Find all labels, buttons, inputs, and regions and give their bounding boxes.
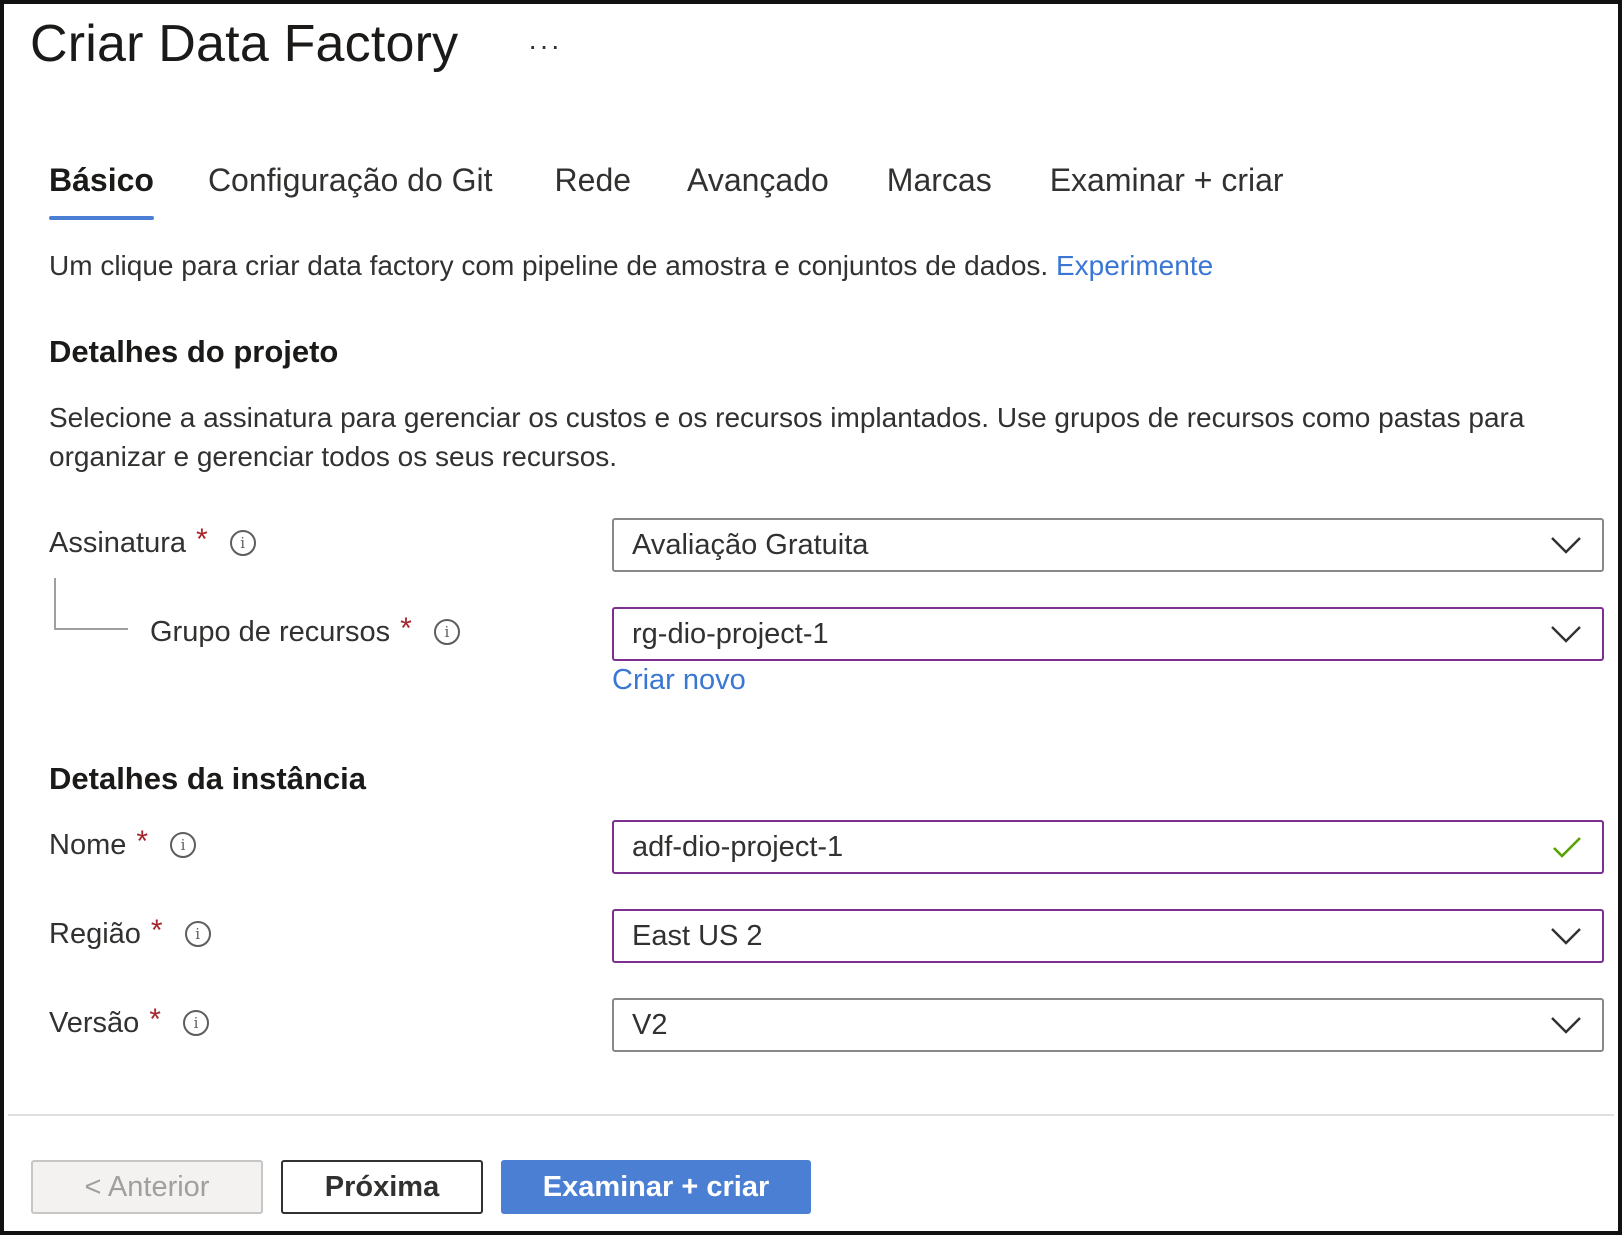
- previous-button[interactable]: < Anterior: [31, 1160, 263, 1214]
- required-asterisk: *: [150, 914, 163, 947]
- create-new-resource-group-link[interactable]: Criar novo: [612, 664, 746, 697]
- name-input[interactable]: adf-dio-project-1: [612, 820, 1604, 874]
- version-label: Versão * i: [49, 1003, 209, 1040]
- chevron-down-icon: [1551, 928, 1581, 945]
- tab-configuracao-git[interactable]: Configuração do Git: [208, 154, 493, 220]
- subscription-dropdown[interactable]: Avaliação Gratuita: [612, 518, 1604, 572]
- region-label-text: Região: [49, 917, 141, 950]
- check-icon: [1553, 837, 1581, 858]
- subscription-value: Avaliação Gratuita: [632, 528, 869, 561]
- intro-message: Um clique para criar data factory com pi…: [49, 250, 1049, 281]
- required-asterisk: *: [136, 825, 149, 858]
- resource-group-label-text: Grupo de recursos: [150, 615, 391, 648]
- resource-group-value: rg-dio-project-1: [632, 617, 829, 650]
- resource-group-label: Grupo de recursos * i: [150, 612, 460, 649]
- name-label: Nome * i: [49, 825, 197, 862]
- more-options-button[interactable]: ···: [528, 30, 562, 62]
- project-details-description: Selecione a assinatura para gerenciar os…: [49, 402, 1525, 472]
- next-button[interactable]: Próxima: [281, 1160, 483, 1214]
- review-create-button[interactable]: Examinar + criar: [501, 1160, 811, 1214]
- region-value: East US 2: [632, 919, 763, 952]
- version-dropdown[interactable]: V2: [612, 998, 1604, 1052]
- name-value: adf-dio-project-1: [632, 830, 844, 863]
- tab-basico[interactable]: Básico: [49, 154, 154, 220]
- subscription-label: Assinatura * i: [49, 523, 256, 560]
- info-icon[interactable]: i: [229, 530, 256, 556]
- info-icon[interactable]: i: [184, 921, 211, 947]
- name-label-text: Nome: [49, 828, 127, 861]
- create-data-factory-blade: Criar Data Factory ··· Básico Configuraç…: [0, 0, 1622, 1235]
- version-value: V2: [632, 1008, 668, 1041]
- page-title: Criar Data Factory: [30, 15, 459, 73]
- version-label-text: Versão: [49, 1006, 140, 1039]
- region-dropdown[interactable]: East US 2: [612, 909, 1604, 963]
- tab-rede[interactable]: Rede: [555, 154, 632, 220]
- info-icon[interactable]: i: [170, 832, 197, 858]
- required-asterisk: *: [149, 1003, 161, 1036]
- tab-bar: Básico Configuração do Git Rede Avançado…: [49, 154, 1284, 220]
- try-it-link[interactable]: Experimente: [1056, 250, 1213, 281]
- project-details-heading: Detalhes do projeto: [49, 334, 339, 369]
- chevron-down-icon: [1551, 626, 1581, 643]
- hierarchy-connector: [54, 578, 128, 630]
- info-icon[interactable]: i: [433, 619, 460, 645]
- required-asterisk: *: [400, 612, 412, 645]
- chevron-down-icon: [1551, 1017, 1581, 1034]
- tab-examinar-criar[interactable]: Examinar + criar: [1050, 154, 1284, 220]
- info-icon[interactable]: i: [182, 1010, 209, 1036]
- region-label: Região * i: [49, 914, 211, 951]
- required-asterisk: *: [196, 523, 208, 556]
- chevron-down-icon: [1551, 537, 1581, 554]
- subscription-label-text: Assinatura: [49, 526, 187, 559]
- tab-avancado[interactable]: Avançado: [687, 154, 829, 220]
- intro-text: Um clique para criar data factory com pi…: [49, 250, 1213, 282]
- footer-divider: [8, 1114, 1614, 1116]
- resource-group-dropdown[interactable]: rg-dio-project-1: [612, 607, 1604, 661]
- instance-details-heading: Detalhes da instância: [49, 761, 367, 796]
- tab-marcas[interactable]: Marcas: [887, 154, 992, 220]
